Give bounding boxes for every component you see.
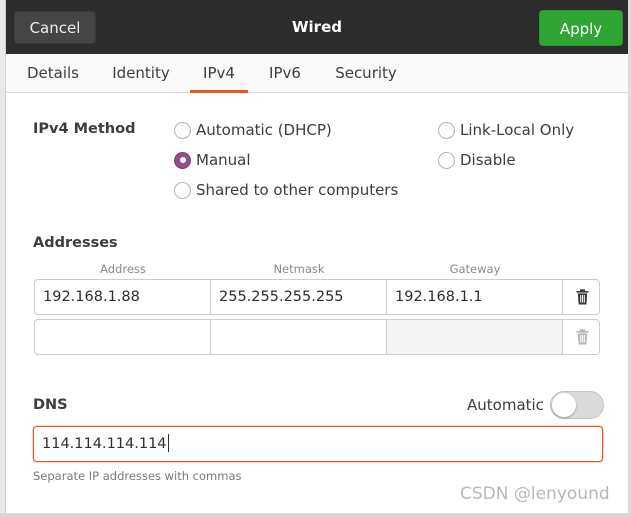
address-row-empty bbox=[34, 319, 600, 355]
dns-hint: Separate IP addresses with commas bbox=[33, 469, 242, 483]
netmask-field[interactable]: 255.255.255.255 bbox=[211, 280, 387, 314]
column-header-address: Address bbox=[100, 262, 146, 276]
radio-label: Disable bbox=[460, 151, 516, 169]
radio-circle bbox=[174, 181, 191, 199]
radio-label: Manual bbox=[196, 151, 251, 169]
toggle-knob bbox=[552, 393, 576, 417]
gateway-field[interactable]: 192.168.1.1 bbox=[387, 280, 563, 314]
radio-label: Automatic (DHCP) bbox=[196, 121, 332, 139]
text-caret bbox=[167, 433, 169, 452]
radio-manual[interactable]: Manual bbox=[174, 150, 251, 170]
dns-automatic-toggle[interactable] bbox=[550, 391, 604, 419]
radio-label: Link-Local Only bbox=[460, 121, 575, 139]
address-field[interactable] bbox=[35, 320, 211, 354]
dns-input[interactable]: 114.114.114.114 bbox=[33, 426, 603, 462]
radio-shared-to-other-computers[interactable]: Shared to other computers bbox=[174, 180, 398, 200]
dns-label: DNS bbox=[33, 397, 68, 413]
cancel-button[interactable]: Cancel bbox=[14, 11, 96, 44]
radio-circle bbox=[438, 151, 455, 169]
tab-security[interactable]: Security bbox=[324, 54, 408, 93]
dns-input-value: 114.114.114.114 bbox=[42, 436, 167, 452]
address-row: 192.168.1.88 255.255.255.255 192.168.1.1 bbox=[34, 279, 600, 315]
addresses-label: Addresses bbox=[33, 235, 118, 251]
dialog-title: Wired bbox=[292, 18, 342, 36]
column-header-gateway: Gateway bbox=[449, 262, 501, 276]
radio-circle bbox=[174, 121, 191, 139]
tab-details[interactable]: Details bbox=[18, 54, 88, 93]
background-window-edge-bottom bbox=[0, 513, 631, 517]
radio-link-local-only[interactable]: Link-Local Only bbox=[438, 120, 574, 140]
radio-circle bbox=[174, 151, 191, 169]
address-field[interactable]: 192.168.1.88 bbox=[35, 280, 211, 314]
radio-automatic-dhcp[interactable]: Automatic (DHCP) bbox=[174, 120, 332, 140]
column-header-netmask: Netmask bbox=[273, 262, 325, 276]
wired-settings-dialog: Wired Cancel Apply Details Identity IPv4… bbox=[6, 0, 628, 513]
trash-icon bbox=[563, 320, 601, 354]
title-bar: Wired Cancel Apply bbox=[6, 0, 628, 54]
tab-identity[interactable]: Identity bbox=[102, 54, 180, 93]
watermark: CSDN @lenyound bbox=[460, 484, 610, 504]
tab-bar: Details Identity IPv4 IPv6 Security bbox=[6, 54, 628, 93]
netmask-field[interactable] bbox=[211, 320, 387, 354]
radio-disable[interactable]: Disable bbox=[438, 150, 516, 170]
tab-ipv4[interactable]: IPv4 bbox=[190, 54, 248, 93]
ipv4-method-label: IPv4 Method bbox=[33, 121, 136, 137]
trash-icon[interactable] bbox=[563, 280, 601, 314]
gateway-field[interactable] bbox=[387, 320, 563, 354]
apply-button[interactable]: Apply bbox=[539, 10, 623, 46]
tab-ipv6[interactable]: IPv6 bbox=[259, 54, 311, 93]
dns-automatic-label: Automatic bbox=[467, 396, 544, 414]
radio-label: Shared to other computers bbox=[196, 181, 399, 199]
radio-circle bbox=[438, 121, 455, 139]
